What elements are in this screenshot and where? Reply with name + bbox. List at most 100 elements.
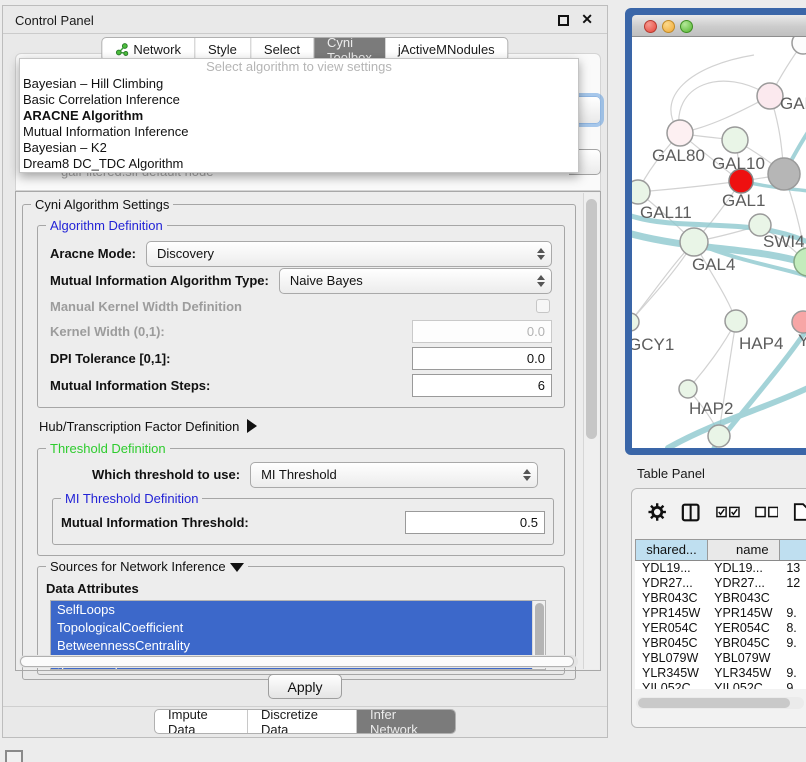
- cell: YIL052C: [635, 681, 707, 689]
- algorithm-option[interactable]: Basic Correlation Inference: [20, 92, 578, 108]
- cell: YBL079W: [635, 651, 707, 666]
- mi-steps-row: Mutual Information Steps:: [50, 372, 552, 399]
- tab-label: Discretize Data: [261, 709, 343, 734]
- split-columns-icon[interactable]: [681, 502, 700, 523]
- algorithm-option[interactable]: Dream8 DC_TDC Algorithm: [20, 156, 578, 172]
- list-item[interactable]: BetweennessCentrality: [51, 637, 545, 655]
- node-label: HAP4: [739, 334, 783, 354]
- scrollbar-thumb[interactable]: [586, 199, 597, 439]
- cell: YPR145W: [635, 606, 707, 621]
- document-icon[interactable]: [793, 502, 806, 522]
- minimized-panel-icon[interactable]: [5, 750, 23, 762]
- table-row[interactable]: YPR145WYPR145W9.: [635, 606, 806, 621]
- dpi-tolerance-label: DPI Tolerance [0,1]:: [50, 351, 170, 366]
- tab-label: Impute Data: [168, 709, 234, 734]
- network-node[interactable]: [768, 158, 800, 190]
- network-node[interactable]: [680, 228, 708, 256]
- cell: YDR27...: [635, 576, 707, 591]
- mi-threshold-definition-group: MI Threshold Definition Mutual Informati…: [52, 498, 554, 545]
- table-row[interactable]: YBL079WYBL079W: [635, 651, 806, 666]
- cell: 9.: [779, 636, 806, 651]
- zoom-traffic-light-icon[interactable]: [680, 20, 693, 33]
- network-node[interactable]: [722, 127, 748, 153]
- network-view-window[interactable]: GAL GAL80 GAL10 GAL1 GAL11 SWI4 GAL4 GCY…: [625, 8, 806, 455]
- algorithm-definition-group: Algorithm Definition Aracne Mode: Discov…: [37, 225, 565, 408]
- tab-impute-data[interactable]: Impute Data: [155, 710, 248, 733]
- hub-tf-label: Hub/Transcription Factor Definition: [39, 419, 239, 434]
- table-row-clipped[interactable]: YIL052CYIL052C9.: [635, 681, 806, 689]
- algorithm-combo-right-end[interactable]: [577, 96, 601, 124]
- select-all-checkboxes-icon[interactable]: [716, 506, 740, 518]
- node-label: GAL1: [722, 191, 765, 211]
- network-node[interactable]: [708, 425, 730, 447]
- column-header-name[interactable]: name: [708, 540, 780, 560]
- control-panel: Control Panel ✕ galFiltered.sif default …: [2, 5, 608, 738]
- sources-title: Sources for Network Inference: [50, 559, 226, 574]
- which-threshold-row: Which threshold to use: MI Threshold: [48, 461, 554, 488]
- mi-threshold-input[interactable]: [405, 511, 545, 534]
- tab-infer-network[interactable]: Infer Network: [357, 710, 455, 733]
- column-header-shared-name[interactable]: shared...: [636, 540, 708, 560]
- table-row[interactable]: YDL19...YDL19...13: [635, 561, 806, 576]
- group-title: MI Threshold Definition: [61, 491, 202, 506]
- cell: YDR27...: [707, 576, 779, 591]
- minimize-traffic-light-icon[interactable]: [662, 20, 675, 33]
- table-row[interactable]: YLR345WYLR345W9.: [635, 666, 806, 681]
- collapse-arrow-icon[interactable]: [230, 563, 244, 572]
- deselect-all-checkboxes-icon[interactable]: [755, 506, 779, 518]
- group-title: Sources for Network Inference: [46, 559, 248, 574]
- mi-type-row: Mutual Information Algorithm Type: Naive…: [50, 267, 552, 294]
- cell: YBR043C: [707, 591, 779, 606]
- network-node[interactable]: [632, 313, 639, 331]
- scrollbar-thumb[interactable]: [638, 698, 790, 708]
- tab-label: Select: [264, 42, 300, 57]
- tab-label: Style: [208, 42, 237, 57]
- hub-tf-definition-expander[interactable]: Hub/Transcription Factor Definition: [39, 414, 567, 438]
- algorithm-option[interactable]: Mutual Information Inference: [20, 124, 578, 140]
- group-title: Cyni Algorithm Settings: [31, 197, 173, 212]
- mi-steps-input[interactable]: [412, 374, 552, 397]
- stepper-icon: [523, 469, 531, 481]
- mi-type-select[interactable]: Naive Bayes: [279, 268, 552, 294]
- algorithm-option-selected[interactable]: ARACNE Algorithm: [20, 108, 578, 124]
- algorithm-option[interactable]: Bayesian – Hill Climbing: [20, 76, 578, 92]
- manual-kernel-row: Manual Kernel Width Definition: [50, 294, 552, 318]
- settings-horizontal-scrollbar[interactable]: [19, 655, 578, 668]
- table-row[interactable]: YER054CYER054C8.: [635, 621, 806, 636]
- list-item[interactable]: TopologicalCoefficient: [51, 619, 545, 637]
- cell: YDL19...: [707, 561, 779, 576]
- network-node[interactable]: [792, 311, 806, 333]
- network-node[interactable]: [679, 380, 697, 398]
- dpi-tolerance-input[interactable]: [412, 347, 552, 370]
- cell: 9.: [779, 606, 806, 621]
- table-horizontal-scrollbar[interactable]: [636, 697, 804, 709]
- table-row[interactable]: YDR27...YDR27...12: [635, 576, 806, 591]
- table-row[interactable]: YBR045CYBR045C9.: [635, 636, 806, 651]
- close-icon[interactable]: ✕: [581, 11, 593, 28]
- algorithm-option[interactable]: Bayesian – K2: [20, 140, 578, 156]
- cell: YLR345W: [635, 666, 707, 681]
- which-threshold-select[interactable]: MI Threshold: [250, 462, 538, 488]
- network-node[interactable]: [667, 120, 693, 146]
- list-item[interactable]: SelfLoops: [51, 601, 545, 619]
- column-header-partial[interactable]: [780, 540, 806, 560]
- divider: [3, 706, 607, 707]
- aracne-mode-select[interactable]: Discovery: [146, 241, 552, 267]
- node-label: GAL4: [692, 255, 735, 275]
- tab-discretize-data[interactable]: Discretize Data: [248, 710, 357, 733]
- network-node[interactable]: [632, 180, 650, 204]
- network-node[interactable]: [792, 37, 806, 54]
- close-traffic-light-icon[interactable]: [644, 20, 657, 33]
- scrollbar-thumb[interactable]: [20, 656, 574, 667]
- network-window-titlebar[interactable]: [632, 15, 806, 37]
- gear-icon[interactable]: [648, 502, 666, 522]
- settings-scrollpane: Cyni Algorithm Settings Algorithm Defini…: [15, 191, 601, 671]
- apply-button[interactable]: Apply: [268, 674, 342, 699]
- cell: YLR345W: [707, 666, 779, 681]
- network-canvas[interactable]: GAL GAL80 GAL10 GAL1 GAL11 SWI4 GAL4 GCY…: [632, 37, 806, 448]
- table-row[interactable]: YBR043CYBR043C: [635, 591, 806, 606]
- network-node[interactable]: [725, 310, 747, 332]
- settings-vertical-scrollbar[interactable]: [583, 193, 599, 669]
- node-label: GAL11: [640, 203, 692, 223]
- float-window-icon[interactable]: [558, 15, 569, 26]
